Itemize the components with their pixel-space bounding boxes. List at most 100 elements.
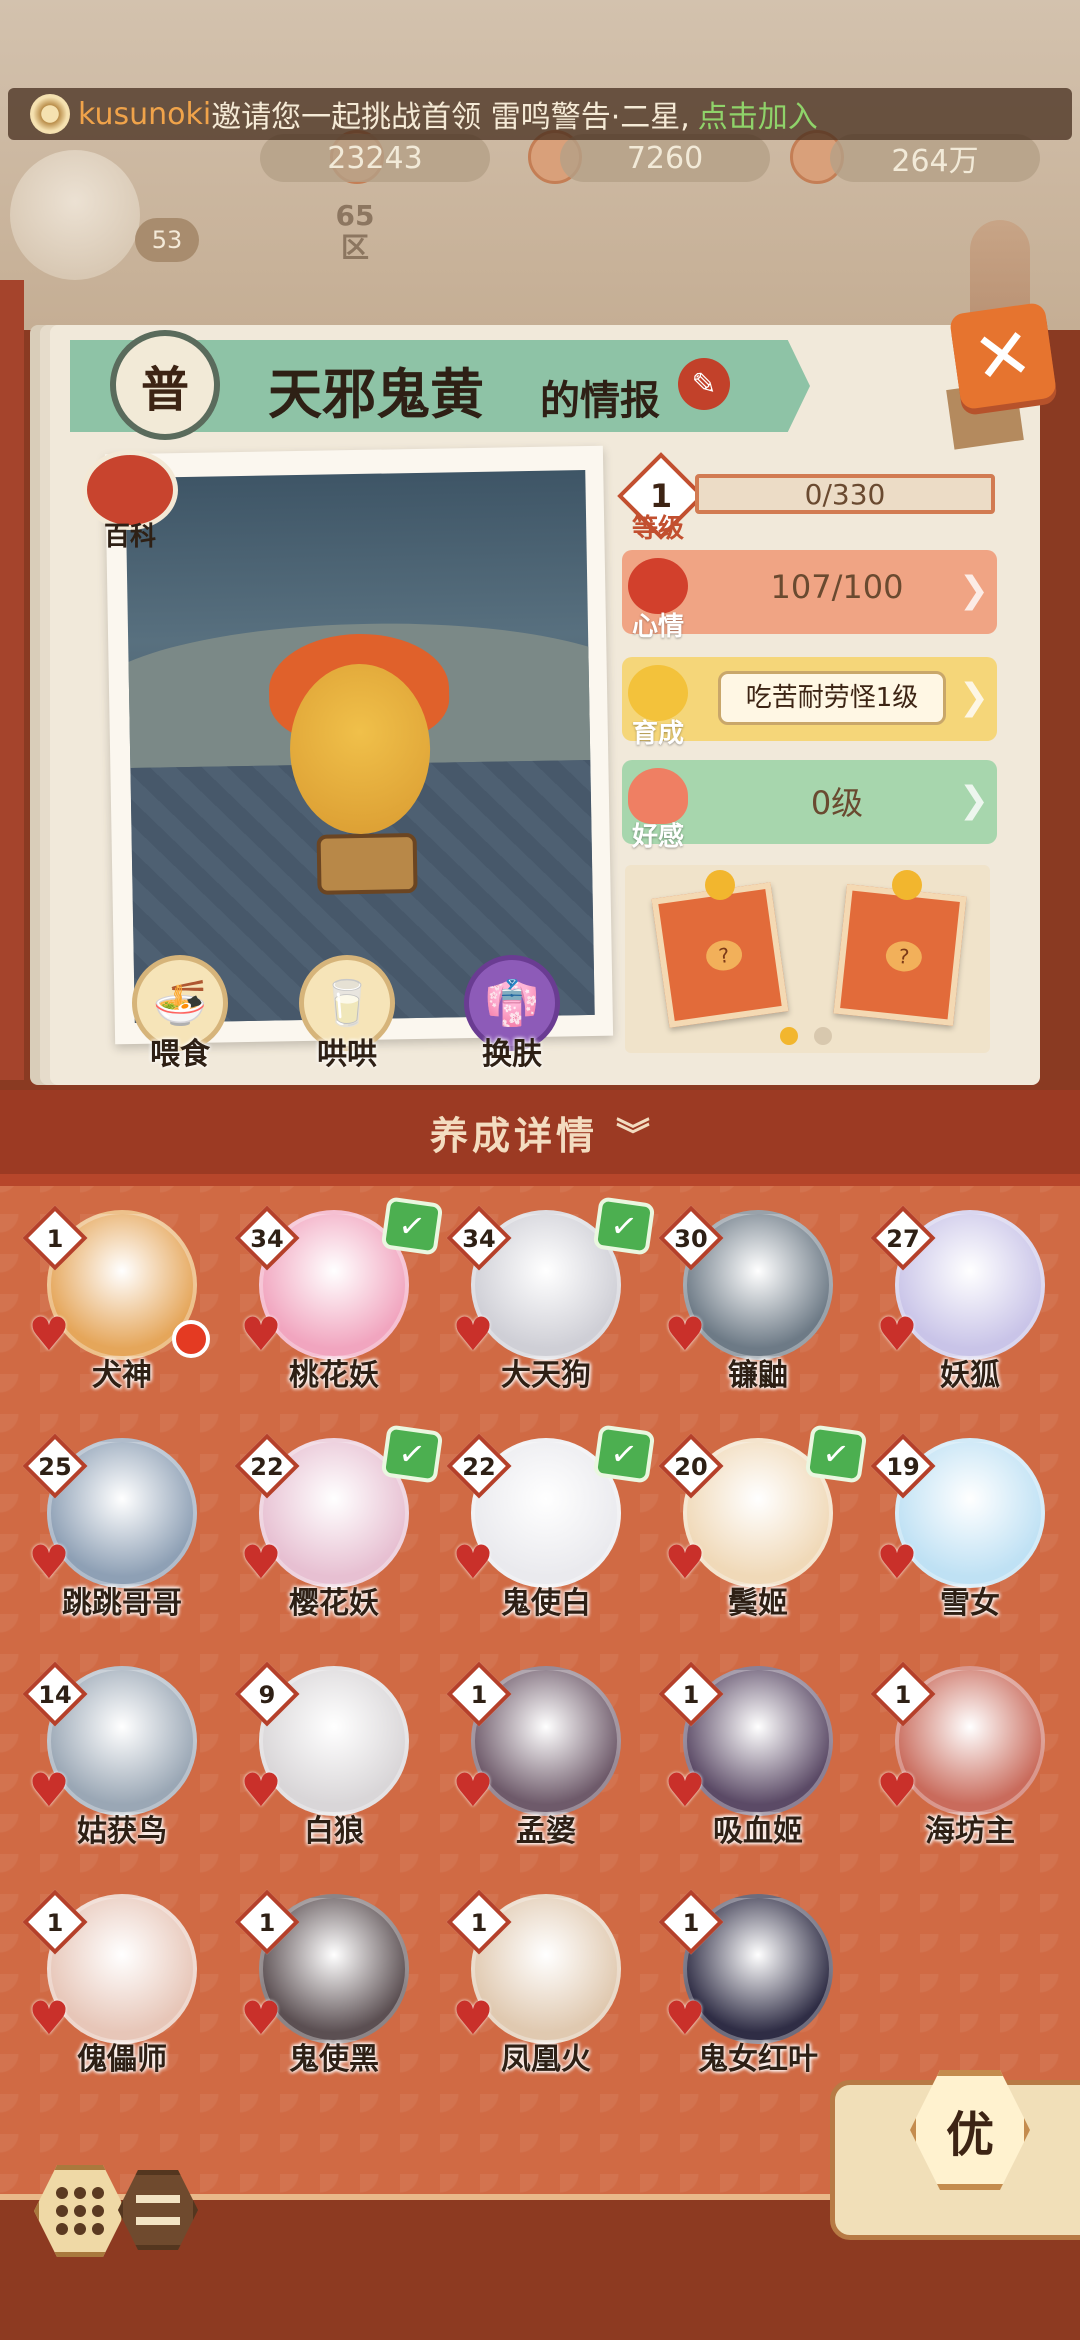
invite-user: kusunoki — [78, 96, 212, 132]
shikigami-level: 1 — [470, 1681, 488, 1709]
currency-jade: 23243 — [260, 134, 490, 182]
mood-row[interactable]: 心情 107/100 ❯ — [622, 550, 997, 642]
shikigami-level: 14 — [38, 1681, 72, 1709]
list-icon — [136, 2195, 180, 2225]
shikigami-name: 白狼 — [304, 1814, 364, 1849]
currency-stamina: 7260 — [560, 134, 770, 182]
shikigami-card[interactable]: 1 ♥ 吸血姬 — [658, 1656, 848, 1866]
shikigami-card[interactable]: 19 ♥ 雪女 — [870, 1428, 1060, 1638]
shikigami-card[interactable]: 34 ♥ ✓ 大天狗 — [446, 1196, 656, 1410]
shikigami-card[interactable]: 1 ♥ 鬼使黑 — [234, 1884, 424, 2094]
invite-text: 邀请您一起挑战首领 雷鸣警告·二星, — [211, 100, 690, 135]
coax-label: 哄哄 — [317, 1037, 377, 1072]
shikigami-level: 22 — [462, 1453, 496, 1481]
shikigami-card[interactable]: 1 ♥ 海坊主 — [870, 1656, 1060, 1866]
shikigami-card[interactable]: 1 ♥ 孟婆 — [446, 1656, 636, 1866]
shikigami-name: 傀儡师 — [77, 2042, 167, 2077]
player-level: 53 — [135, 218, 199, 262]
chevron-right-icon: ❯ — [958, 570, 989, 611]
shikigami-card[interactable]: 25 ♥ 跳跳哥哥 — [22, 1428, 212, 1638]
shikigami-level: 1 — [894, 1681, 912, 1709]
shikigami-name: 鬼使黑 — [289, 2042, 379, 2077]
shikigami-name: 桃花妖 — [289, 1358, 379, 1393]
check-icon: ✓ — [592, 1424, 656, 1484]
shikigami-card[interactable]: 20 ♥ ✓ 鬓姬 — [658, 1424, 868, 1638]
shikigami-card[interactable]: 30 ♥ 镰鼬 — [658, 1200, 848, 1410]
feed-button[interactable]: 🍜 喂食 — [125, 955, 235, 1072]
chevron-right-icon: ❯ — [958, 677, 989, 718]
shikigami-card[interactable]: 1 ♥ 凤凰火 — [446, 1884, 636, 2094]
pin-icon — [705, 870, 735, 900]
shikigami-card[interactable]: 9 ♥ 白狼 — [234, 1656, 424, 1866]
rarity-badge: 普 — [110, 330, 220, 440]
shikigami-card[interactable]: 1 ♥ 傀儡师 — [22, 1884, 212, 2094]
shikigami-card[interactable]: 1 ♥ 鬼女红叶 — [658, 1884, 848, 2094]
grow-value: 吃苦耐劳怪1级 — [718, 671, 946, 725]
player-avatar[interactable] — [10, 150, 140, 280]
shikigami-level: 1 — [470, 1909, 488, 1937]
coax-button[interactable]: 🥛 哄哄 — [292, 955, 402, 1072]
level-label: 等级 — [632, 514, 685, 544]
question-icon: ? — [884, 939, 924, 974]
close-button[interactable]: ✕ — [948, 301, 1058, 411]
chevron-right-icon: ❯ — [958, 780, 989, 821]
check-icon: ✓ — [380, 1424, 444, 1484]
shikigami-card[interactable]: 34 ♥ ✓ 桃花妖 — [234, 1196, 444, 1410]
page-dot-active[interactable] — [780, 1027, 798, 1045]
grow-label: 育成 — [632, 719, 685, 749]
shikigami-card[interactable]: 22 ♥ ✓ 樱花妖 — [234, 1424, 444, 1638]
shikigami-level: 19 — [886, 1453, 920, 1481]
memory-card[interactable]: ? — [833, 884, 967, 1026]
shikigami-level: 27 — [886, 1225, 920, 1253]
mood-value: 107/100 — [770, 568, 904, 606]
memory-card[interactable]: ? — [651, 882, 789, 1028]
close-icon: ✕ — [968, 311, 1038, 401]
shikigami-photo[interactable] — [125, 470, 595, 1023]
shikigami-name: 鬓姬 — [728, 1586, 788, 1621]
shikigami-level: 1 — [682, 1681, 700, 1709]
shikigami-name: 樱花妖 — [289, 1586, 379, 1621]
shikigami-level: 25 — [38, 1453, 72, 1481]
character-drum — [316, 833, 418, 895]
shikigami-level: 30 — [674, 1225, 708, 1253]
shikigami-level: 1 — [46, 1225, 64, 1253]
chevron-down-icon: ︾ — [616, 1115, 650, 1156]
shikigami-name: 吸血姬 — [713, 1814, 803, 1849]
encyclopedia-button[interactable]: 百科 — [80, 450, 180, 560]
grow-row[interactable]: 育成 吃苦耐劳怪1级 ❯ — [622, 657, 997, 749]
shikigami-name: 凤凰火 — [501, 2042, 591, 2077]
favor-value: 0级 — [810, 784, 864, 822]
shikigami-card[interactable]: 14 ♥ 姑获鸟 — [22, 1656, 212, 1866]
zone-number: 65 — [335, 199, 375, 232]
pin-icon — [892, 870, 922, 900]
shikigami-name: 雪女 — [940, 1586, 1000, 1621]
xp-bar: 0/330 — [695, 474, 995, 514]
shikigami-name: 姑获鸟 — [77, 1814, 167, 1849]
zone-label: 区 — [340, 231, 369, 264]
shikigami-name: 跳跳哥哥 — [62, 1586, 182, 1621]
edit-icon[interactable]: ✎ — [678, 358, 730, 410]
shikigami-card[interactable]: 1 ♥ 犬神 — [22, 1200, 212, 1410]
feed-label: 喂食 — [150, 1037, 210, 1072]
encyclopedia-label: 百科 — [103, 522, 156, 552]
shikigami-level: 1 — [46, 1909, 64, 1937]
grid-icon — [56, 2187, 104, 2235]
invite-join-link[interactable]: 点击加入 — [698, 92, 818, 136]
grid-top-border — [0, 1174, 1080, 1186]
invite-banner[interactable]: kusunoki 邀请您一起挑战首领 雷鸣警告·二星, 点击加入 — [8, 88, 1072, 140]
check-icon: ✓ — [592, 1196, 656, 1256]
shikigami-level: 9 — [258, 1681, 276, 1709]
check-icon: ✓ — [804, 1424, 868, 1484]
currency-coin: 264万 — [830, 134, 1040, 182]
shikigami-card[interactable]: 27 ♥ 妖狐 — [870, 1200, 1060, 1410]
shikigami-name: 天邪鬼黄 — [268, 362, 484, 426]
shikigami-name: 孟婆 — [516, 1814, 576, 1849]
shikigami-level: 34 — [250, 1225, 284, 1253]
page-dot[interactable] — [814, 1027, 832, 1045]
shikigami-name: 鬼使白 — [501, 1586, 591, 1621]
shikigami-card[interactable]: 22 ♥ ✓ 鬼使白 — [446, 1424, 656, 1638]
detail-header[interactable]: 养成详情 ︾ — [0, 1090, 1080, 1174]
detail-header-label: 养成详情 — [429, 1113, 598, 1158]
skin-button[interactable]: 👘 换肤 — [457, 955, 567, 1072]
favor-row[interactable]: 好感 0级 ❯ — [622, 760, 997, 852]
